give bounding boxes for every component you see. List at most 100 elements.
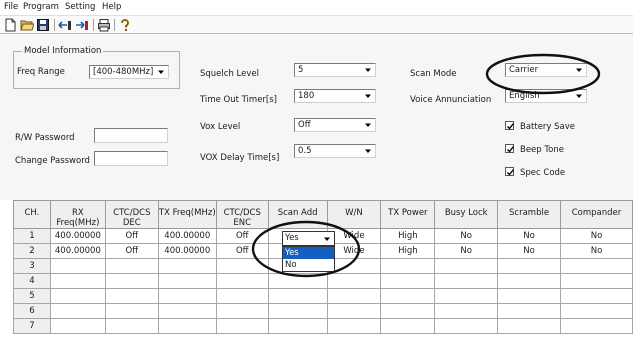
table-cell[interactable]: High	[380, 228, 436, 244]
table-cell[interactable]: No	[497, 228, 562, 244]
table-cell[interactable]	[326, 303, 382, 319]
table-cell[interactable]	[560, 273, 633, 289]
table-cell[interactable]: Off	[215, 243, 269, 259]
table-cell[interactable]	[267, 303, 328, 319]
table-cell[interactable]	[215, 303, 269, 319]
channel-number-cell[interactable]: 3	[13, 258, 51, 274]
column-header[interactable]: Scramble	[497, 200, 562, 229]
table-cell[interactable]	[267, 288, 328, 304]
table-cell[interactable]: No	[560, 228, 633, 244]
table-cell[interactable]	[49, 273, 106, 289]
rw-password-input[interactable]	[94, 128, 168, 143]
table-cell[interactable]	[497, 303, 562, 319]
table-cell[interactable]	[49, 303, 106, 319]
table-cell[interactable]	[49, 318, 106, 334]
column-header[interactable]: RX Freq(MHz)	[49, 200, 106, 229]
save-disk-icon[interactable]	[36, 18, 50, 32]
table-cell[interactable]	[560, 258, 633, 274]
table-cell[interactable]	[104, 288, 159, 304]
table-cell[interactable]	[267, 318, 328, 334]
table-cell[interactable]	[104, 318, 159, 334]
table-cell[interactable]	[497, 258, 562, 274]
channel-number-cell[interactable]: 6	[13, 303, 51, 319]
column-header[interactable]: CTC/DCS ENC	[215, 200, 269, 229]
dropdown-option-yes[interactable]: Yes	[283, 247, 334, 259]
table-cell[interactable]	[497, 318, 562, 334]
table-cell[interactable]	[326, 288, 382, 304]
table-cell[interactable]: Wide	[326, 243, 382, 259]
table-cell[interactable]	[104, 303, 159, 319]
table-cell[interactable]: No	[560, 243, 633, 259]
table-cell[interactable]	[215, 288, 269, 304]
help-about-icon[interactable]	[118, 18, 132, 32]
table-cell[interactable]: 400.00000	[157, 243, 217, 259]
read-from-radio-icon[interactable]	[58, 18, 72, 32]
channel-number-cell[interactable]: 2	[13, 243, 51, 259]
table-cell[interactable]: Wide	[326, 228, 382, 244]
table-cell[interactable]	[434, 303, 499, 319]
table-cell[interactable]	[49, 288, 106, 304]
menu-setting[interactable]: Setting	[65, 2, 95, 12]
table-cell[interactable]: No	[434, 228, 499, 244]
table-cell[interactable]	[326, 273, 382, 289]
table-cell[interactable]	[157, 288, 217, 304]
print-icon[interactable]	[97, 18, 111, 32]
column-header[interactable]: CTC/DCS DEC	[104, 200, 159, 229]
table-cell[interactable]	[157, 303, 217, 319]
column-header[interactable]: Scan Add	[267, 200, 328, 229]
scan-mode-select[interactable]: Carrier	[505, 63, 587, 77]
column-header[interactable]: CH.	[13, 200, 51, 229]
table-cell[interactable]	[380, 288, 436, 304]
table-cell[interactable]	[380, 303, 436, 319]
table-cell[interactable]: 400.00000	[49, 228, 106, 244]
table-cell[interactable]	[157, 318, 217, 334]
battery-save-checkbox[interactable]: Battery Save	[505, 121, 575, 132]
table-cell[interactable]	[104, 258, 159, 274]
table-cell[interactable]	[380, 273, 436, 289]
vox-delay-select[interactable]: 0.5	[294, 144, 376, 158]
table-cell[interactable]	[560, 318, 633, 334]
table-cell[interactable]: No	[497, 243, 562, 259]
spec-code-checkbox[interactable]: Spec Code	[505, 167, 565, 178]
table-cell[interactable]	[215, 273, 269, 289]
menu-program[interactable]: Program	[23, 2, 59, 12]
table-cell[interactable]	[434, 318, 499, 334]
squelch-level-select[interactable]: 5	[294, 63, 376, 77]
table-cell[interactable]	[215, 318, 269, 334]
table-cell[interactable]	[434, 288, 499, 304]
table-cell[interactable]	[267, 273, 328, 289]
channel-number-cell[interactable]: 7	[13, 318, 51, 334]
column-header[interactable]: TX Power	[380, 200, 436, 229]
table-cell[interactable]: Off	[104, 243, 159, 259]
table-cell[interactable]	[326, 318, 382, 334]
table-cell[interactable]: 400.00000	[49, 243, 106, 259]
table-cell[interactable]: Off	[215, 228, 269, 244]
table-cell[interactable]	[157, 258, 217, 274]
open-folder-icon[interactable]	[20, 18, 35, 32]
column-header[interactable]: W/N	[326, 200, 382, 229]
table-cell[interactable]	[434, 273, 499, 289]
menu-file[interactable]: File	[4, 2, 18, 12]
scan-add-cell-select[interactable]: Yes	[282, 231, 335, 246]
table-cell[interactable]	[326, 258, 382, 274]
table-cell[interactable]	[380, 258, 436, 274]
write-to-radio-icon[interactable]	[75, 18, 89, 32]
channel-number-cell[interactable]: 1	[13, 228, 51, 244]
dropdown-option-no[interactable]: No	[283, 259, 334, 271]
table-cell[interactable]: No	[434, 243, 499, 259]
table-cell[interactable]	[497, 273, 562, 289]
table-cell[interactable]: Off	[104, 228, 159, 244]
table-cell[interactable]: High	[380, 243, 436, 259]
table-cell[interactable]: 400.00000	[157, 228, 217, 244]
table-cell[interactable]	[49, 258, 106, 274]
table-cell[interactable]	[560, 288, 633, 304]
channel-number-cell[interactable]: 5	[13, 288, 51, 304]
column-header[interactable]: TX Freq(MHz)	[157, 200, 217, 229]
table-cell[interactable]	[497, 288, 562, 304]
beep-tone-checkbox[interactable]: Beep Tone	[505, 144, 564, 155]
menu-help[interactable]: Help	[102, 2, 121, 12]
table-cell[interactable]	[157, 273, 217, 289]
column-header[interactable]: Compander	[560, 200, 633, 229]
voice-annunciation-select[interactable]: English	[505, 89, 587, 103]
time-out-timer-select[interactable]: 180	[294, 89, 376, 103]
